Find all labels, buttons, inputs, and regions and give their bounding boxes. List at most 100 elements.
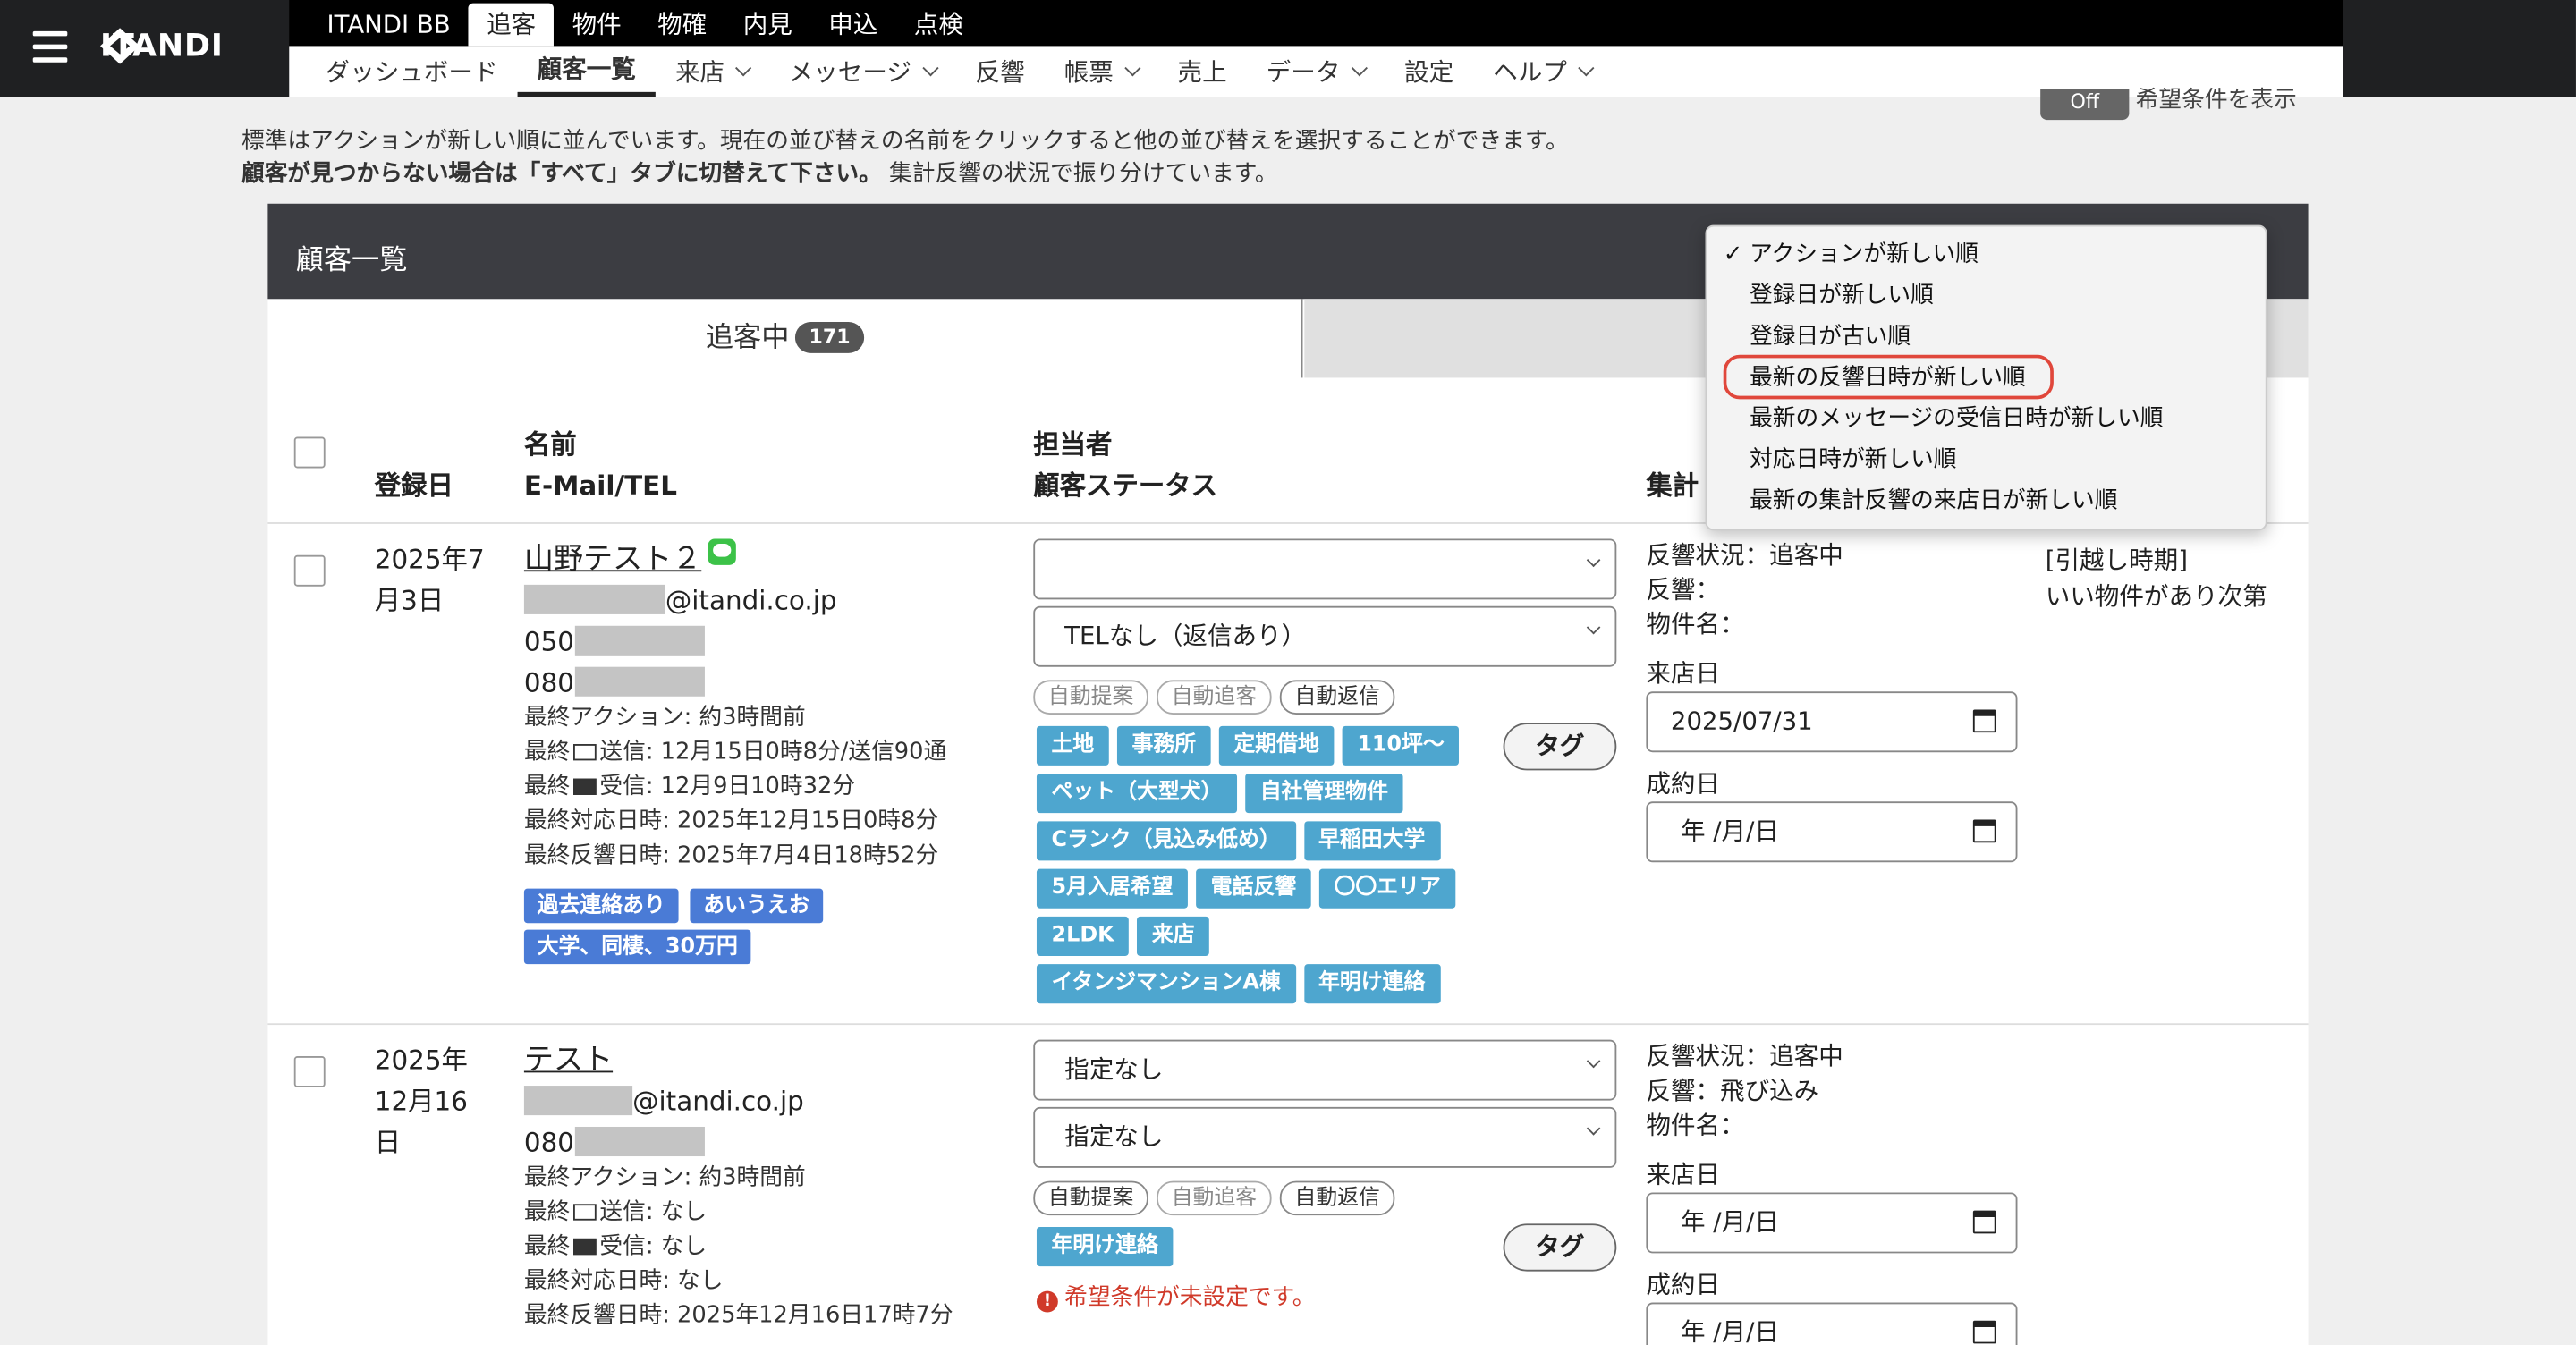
col-email-tel: E-Mail/TEL [523, 469, 677, 502]
nav-tenken[interactable]: 点検 [896, 4, 982, 47]
auto-follow-pill[interactable]: 自動追客 [1157, 1180, 1272, 1216]
sort-option-registered-newest[interactable]: 登録日が新しい順 [1707, 276, 2265, 317]
staff-select[interactable] [1033, 538, 1617, 600]
date-part: 日 [374, 1126, 402, 1158]
customer-name-link[interactable]: テスト [524, 1040, 613, 1081]
customer-name[interactable]: テスト [524, 1043, 613, 1078]
visit-date-input[interactable]: 2025/07/31 [1646, 691, 2018, 753]
subnav-sales[interactable]: 売上 [1157, 46, 1246, 97]
tag: 土地 [1036, 725, 1109, 766]
tab-tsuikyaku-chu[interactable]: 追客中 171 [267, 299, 1303, 378]
redacted-block [523, 584, 665, 614]
nav-naiken[interactable]: 内見 [725, 4, 811, 47]
tag: ペット（大型犬） [1036, 774, 1238, 814]
tag-button[interactable]: タグ [1503, 723, 1617, 771]
date-part: 2025年 [374, 1045, 468, 1077]
status-select[interactable]: 指定なし [1033, 1106, 1617, 1168]
count-badge: 171 [795, 321, 864, 353]
row-checkbox[interactable] [293, 1055, 326, 1087]
label: 最終 [523, 1198, 571, 1226]
sort-option-action-newest[interactable]: ✓ アクションが新しい順 [1707, 235, 2265, 276]
option-label: 登録日が古い順 [1750, 323, 1911, 351]
sort-option-contact-newest[interactable]: 対応日時が新しい順 [1707, 440, 2265, 481]
last-response: 最終反響日時: 2025年12月16日17時7分 [523, 1302, 953, 1329]
option-label: 対応日時が新しい順 [1750, 446, 1957, 473]
tab-info-bold: 顧客が見つからない場合は「すべて」タブに切替えて下さい。 [241, 160, 882, 188]
tab-label: 追客中 [705, 321, 790, 355]
col-staff: 担当者 [1033, 428, 1113, 461]
auto-follow-pill[interactable]: 自動追客 [1157, 680, 1272, 715]
subnav-data[interactable]: データ [1247, 46, 1385, 97]
warning-text: 希望条件が未設定です。 [1064, 1284, 1316, 1311]
subnav-message[interactable]: メッセージ [769, 46, 956, 97]
itandi-logo[interactable]: ITANDI [100, 26, 223, 65]
col-aggregate: 集計 [1646, 469, 1699, 502]
envelope-filled-icon [573, 1238, 597, 1256]
last-response: 最終反響日時: 2025年7月4日18時52分 [523, 842, 939, 869]
staff-select[interactable]: 指定なし [1033, 1039, 1617, 1101]
calendar-icon[interactable] [1972, 819, 1996, 843]
tag-button[interactable]: タグ [1503, 1223, 1617, 1272]
nav-bukkaku[interactable]: 物確 [640, 4, 725, 47]
subnav-label: データ [1266, 56, 1341, 87]
sort-option-visit-newest[interactable]: 最新の集計反響の来店日が新しい順 [1707, 481, 2265, 522]
contract-date-input[interactable]: 年 /月/日 [1646, 801, 2018, 863]
subnav-visit[interactable]: 来店 [656, 46, 769, 97]
nav-itandi-bb[interactable]: ITANDI BB [309, 4, 469, 47]
subnav-label: ヘルプ [1493, 56, 1567, 87]
subnav-dashboard[interactable]: ダッシュボード [306, 46, 518, 97]
contract-date-input[interactable]: 年 /月/日 [1646, 1302, 2018, 1345]
subnav-label: 設定 [1404, 56, 1454, 87]
property-name: 物件名： [1646, 609, 1745, 639]
date-part: 月3日 [374, 584, 445, 616]
sort-option-latest-message[interactable]: 最新のメッセージの受信日時が新しい順 [1707, 399, 2265, 440]
nav-tsuikyaku[interactable]: 追客 [468, 3, 555, 47]
nav-moushikomi[interactable]: 申込 [810, 4, 896, 47]
subnav-customer-list[interactable]: 顧客一覧 [517, 46, 656, 97]
auto-suggest-pill[interactable]: 自動提案 [1033, 680, 1148, 715]
date-part: 2025年7 [374, 543, 485, 575]
row-checkbox[interactable] [293, 554, 326, 587]
select-value: TELなし（返信あり） [1064, 621, 1307, 651]
subnav-label: 来店 [674, 56, 725, 87]
tag: イタンジマンションA棟 [1036, 964, 1296, 1004]
last-received: 最終 受信: 12月9日10時32分 [524, 770, 855, 805]
status-select[interactable]: TELなし（返信あり） [1033, 605, 1617, 667]
date-value: 2025/07/31 [1670, 706, 1813, 736]
customer-tel: 080 [523, 1121, 705, 1163]
property-name: 物件名： [1646, 1110, 1745, 1140]
customer-badge: 過去連絡あり [523, 888, 679, 924]
subnav-help[interactable]: ヘルプ [1473, 46, 1611, 97]
chevron-down-icon [1586, 620, 1601, 635]
redacted-block [574, 625, 705, 656]
primary-nav: ITANDI BB 追客 物件 物確 内見 申込 点検 [289, 0, 2343, 47]
chevron-down-icon [1123, 60, 1141, 77]
preference-toggle[interactable]: Off [2040, 89, 2130, 121]
customer-name[interactable]: 山野テスト２ [524, 542, 701, 577]
select-all-checkbox[interactable] [293, 436, 326, 469]
sort-option-registered-oldest[interactable]: 登録日が古い順 [1707, 317, 2265, 358]
customer-tel: 080 [524, 662, 705, 703]
customer-name-link[interactable]: 山野テスト２ [524, 538, 736, 579]
col-customer-status: 顧客ステータス [1033, 469, 1218, 502]
auto-reply-pill[interactable]: 自動返信 [1279, 680, 1395, 715]
subnav-settings[interactable]: 設定 [1385, 46, 1473, 97]
nav-bukken[interactable]: 物件 [554, 4, 640, 47]
visit-date-input[interactable]: 年 /月/日 [1646, 1192, 2018, 1254]
menu-icon[interactable] [32, 30, 68, 62]
calendar-icon[interactable] [1972, 1210, 1996, 1234]
auto-suggest-pill[interactable]: 自動提案 [1033, 1180, 1148, 1216]
highlight-ring [1723, 354, 2054, 400]
chevron-down-icon [1577, 60, 1595, 77]
auto-reply-pill[interactable]: 自動返信 [1279, 1180, 1395, 1216]
subnav-response[interactable]: 反響 [956, 46, 1045, 97]
calendar-icon[interactable] [1972, 1320, 1996, 1344]
calendar-icon[interactable] [1972, 709, 1996, 733]
last-contact: 最終対応日時: 2025年12月15日0時8分 [523, 808, 939, 835]
email-domain: @itandi.co.jp [632, 1086, 804, 1117]
chevron-down-icon [1351, 60, 1368, 77]
subnav-label: ダッシュボード [325, 56, 498, 87]
tag: 自社管理物件 [1245, 774, 1403, 814]
tel-prefix: 080 [523, 1126, 575, 1158]
subnav-forms[interactable]: 帳票 [1045, 46, 1158, 97]
